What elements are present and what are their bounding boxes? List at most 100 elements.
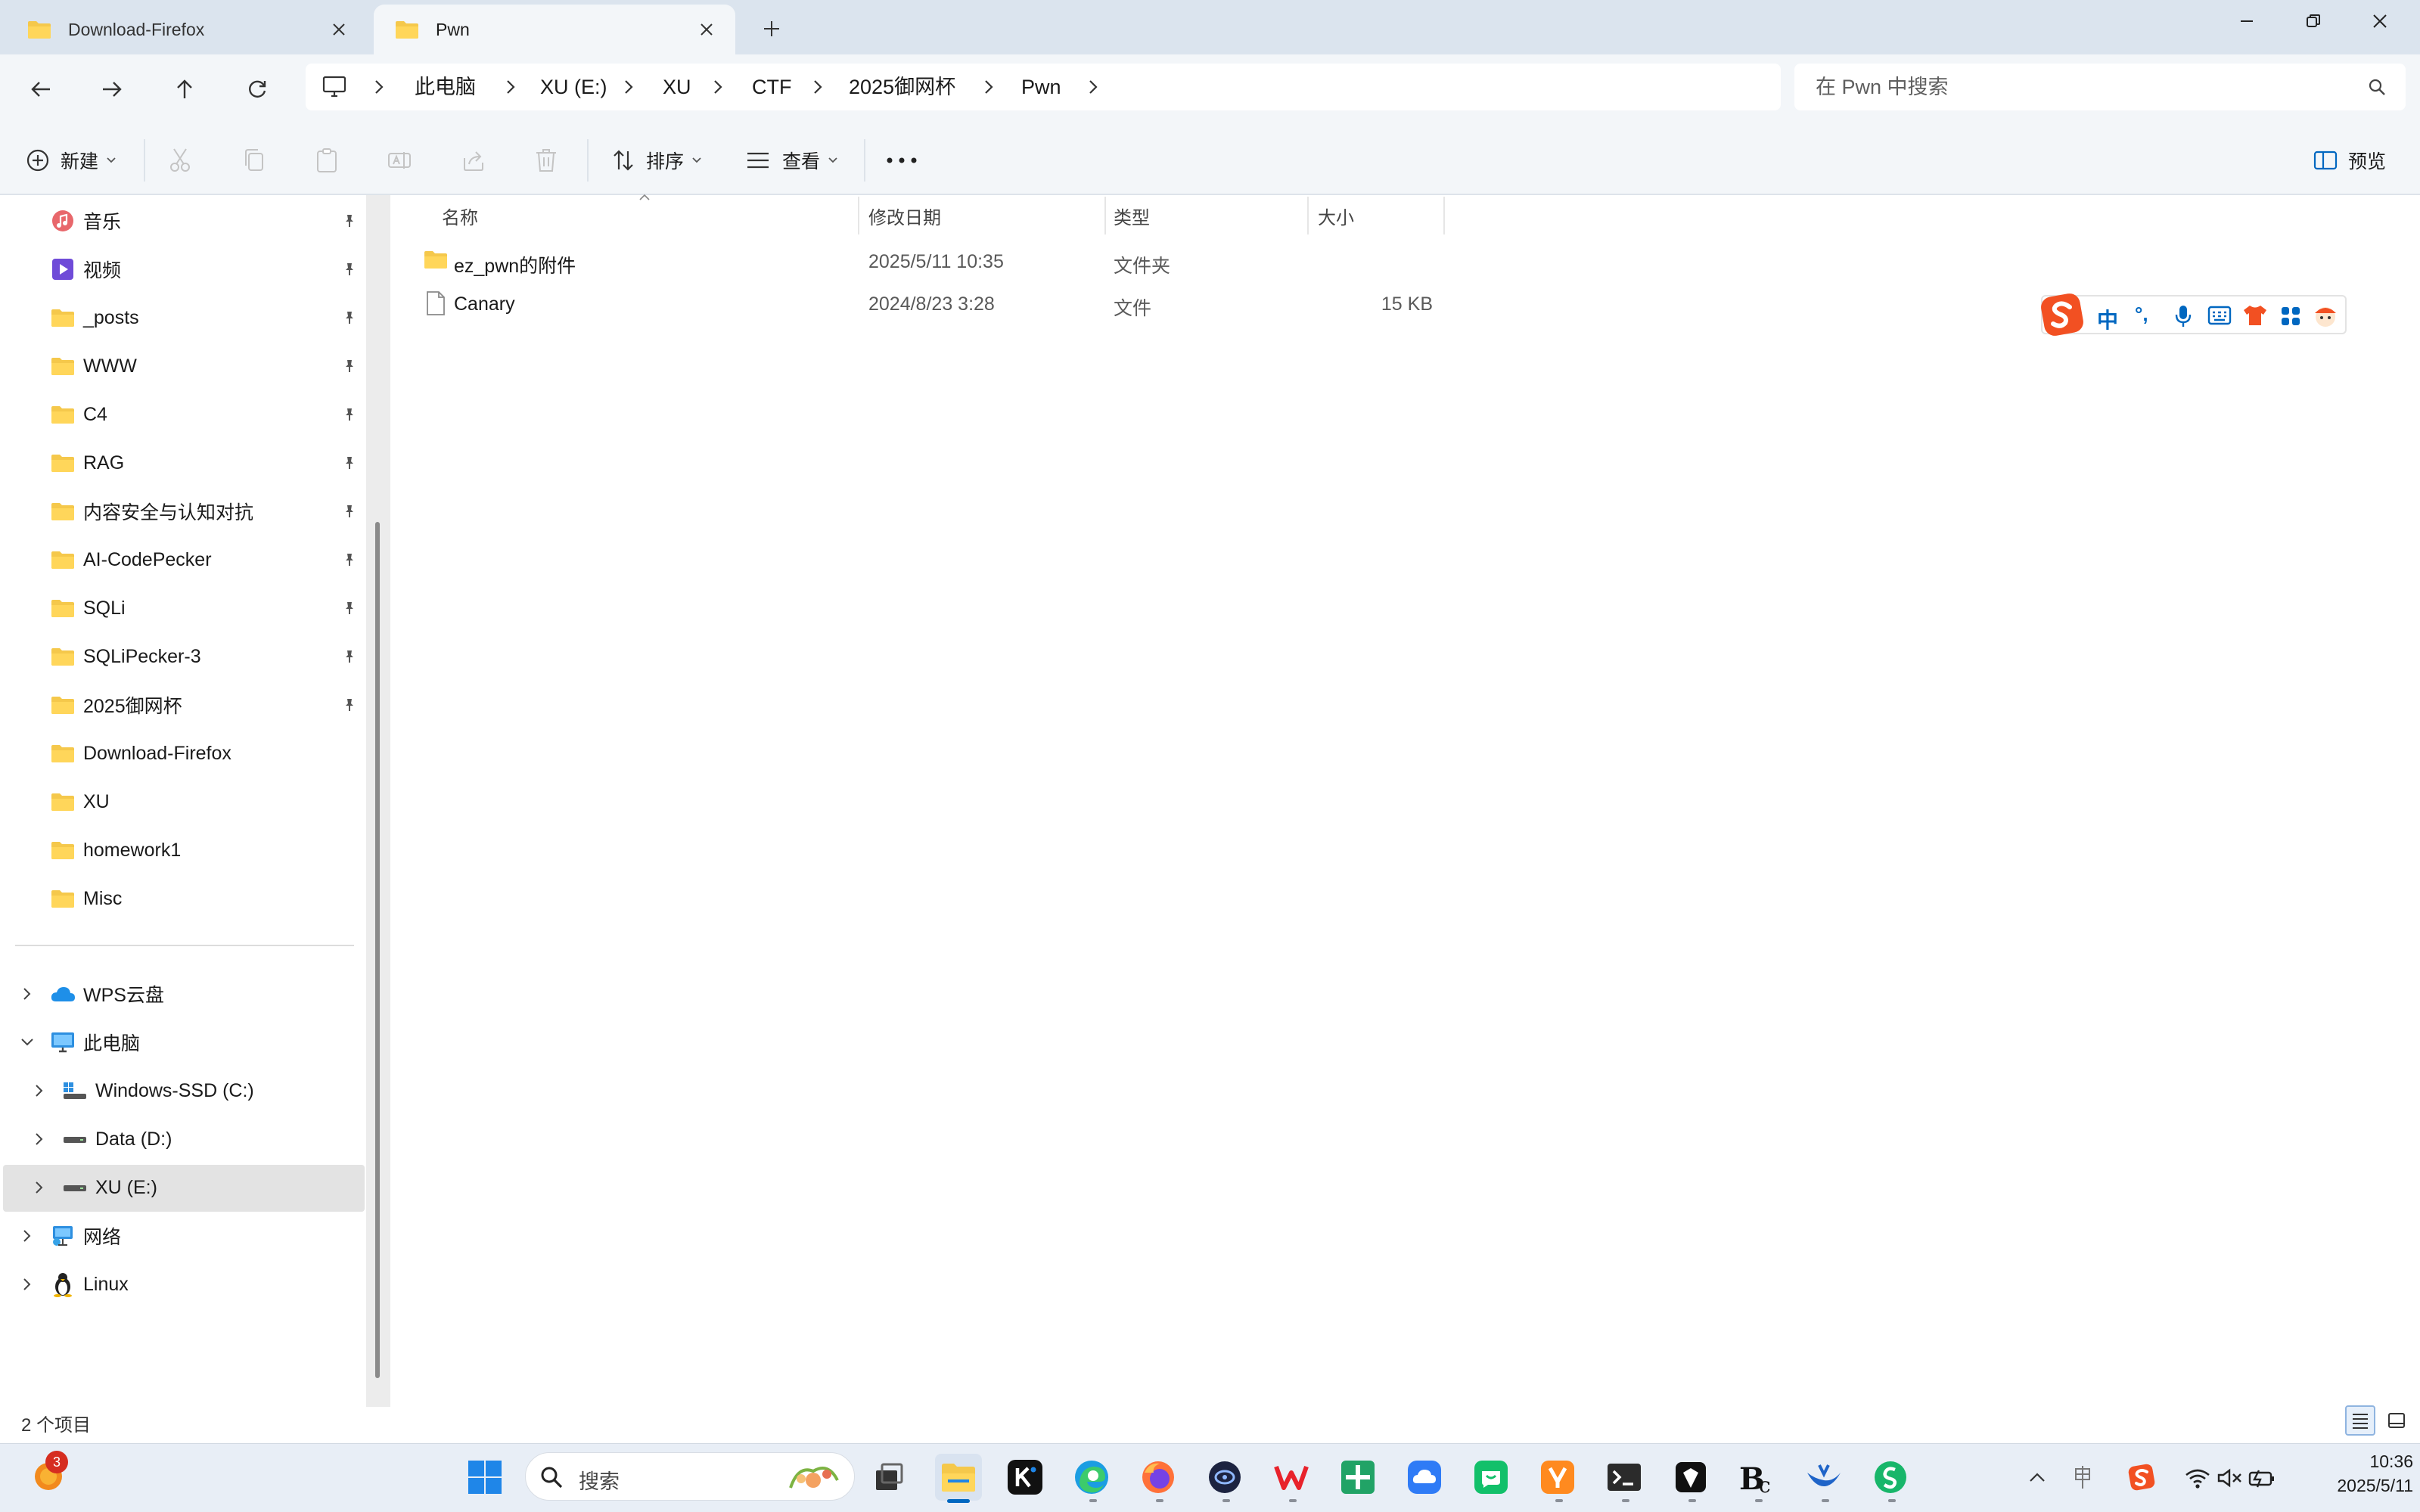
sidebar-item-2025[interactable]: 2025御网杯: [50, 682, 365, 728]
chevron-right-icon[interactable]: [18, 1227, 36, 1245]
breadcrumb-item[interactable]: XU (E:): [540, 64, 607, 110]
pin-icon[interactable]: [342, 697, 357, 713]
column-divider[interactable]: [1104, 197, 1106, 234]
breadcrumb-item[interactable]: CTF: [752, 64, 791, 110]
microphone-icon[interactable]: [2174, 304, 2192, 328]
rename-button[interactable]: [387, 142, 412, 179]
file-row[interactable]: Canary 2024/8/23 3:28 文件 15 KB: [415, 283, 1451, 325]
column-header-date[interactable]: 修改日期: [868, 203, 941, 229]
mascot-icon[interactable]: [2312, 303, 2339, 328]
show-hidden-icons-button[interactable]: [2024, 1464, 2050, 1490]
sogou-logo-icon[interactable]: [2039, 292, 2085, 337]
sidebar-item-drive-e[interactable]: XU (E:): [30, 1165, 157, 1210]
up-button[interactable]: [162, 67, 207, 112]
chevron-right-icon[interactable]: [18, 1275, 36, 1293]
breadcrumb-item[interactable]: XU: [663, 64, 691, 110]
system-clock[interactable]: 10:36 2025/5/11: [2300, 1449, 2413, 1498]
forward-button[interactable]: [89, 67, 135, 112]
delete-button[interactable]: [534, 142, 558, 179]
column-divider[interactable]: [858, 197, 859, 234]
pin-icon[interactable]: [342, 504, 357, 519]
column-divider[interactable]: [1443, 197, 1445, 234]
new-tab-button[interactable]: [753, 11, 790, 47]
quick-settings-button[interactable]: [2185, 1463, 2276, 1493]
share-button[interactable]: [461, 142, 486, 179]
tiles-view-button[interactable]: [2381, 1405, 2412, 1436]
chevron-down-icon[interactable]: [18, 1033, 36, 1051]
keyboard-icon[interactable]: [2207, 306, 2232, 325]
taskbar-file-explorer[interactable]: [935, 1454, 982, 1501]
sort-button[interactable]: 排序: [611, 142, 702, 179]
chevron-right-icon[interactable]: [18, 985, 36, 1003]
close-tab-icon[interactable]: [691, 14, 722, 45]
details-view-button[interactable]: [2345, 1405, 2375, 1436]
sidebar-item-xu[interactable]: XU: [50, 779, 365, 824]
taskbar-search[interactable]: 搜索: [525, 1452, 855, 1501]
view-button[interactable]: 查看: [746, 142, 838, 179]
search-input[interactable]: 在 Pwn 中搜索: [1794, 64, 2406, 110]
task-view-button[interactable]: [865, 1454, 912, 1501]
sidebar-item-download-firefox[interactable]: Download-Firefox: [50, 731, 365, 776]
pin-icon[interactable]: [342, 213, 357, 228]
sidebar-item-linux[interactable]: Linux: [18, 1262, 129, 1307]
taskbar-app[interactable]: [1667, 1454, 1714, 1501]
sidebar-item-[interactable]: 音乐: [50, 198, 365, 244]
taskbar-wps[interactable]: [1268, 1454, 1315, 1501]
ime-punctuation-toggle[interactable]: °,: [2135, 303, 2148, 326]
restore-button[interactable]: [2280, 0, 2347, 42]
taskbar-terminal[interactable]: [1601, 1454, 1648, 1501]
sidebar-item-drive-d[interactable]: Data (D:): [30, 1116, 172, 1162]
sidebar-item-sqli[interactable]: SQLi: [50, 585, 365, 631]
sogou-tray-button[interactable]: [2127, 1463, 2156, 1492]
address-bar[interactable]: 此电脑 XU (E:) XU CTF 2025御网杯 Pwn: [306, 64, 1781, 110]
sidebar-item-network[interactable]: 网络: [18, 1213, 121, 1259]
toolbox-grid-icon[interactable]: [2280, 306, 2301, 327]
chevron-right-icon[interactable]: [30, 1178, 48, 1197]
sidebar-item-ai-codepecker[interactable]: AI-CodePecker: [50, 537, 365, 582]
more-options-button[interactable]: [885, 142, 918, 179]
minimize-button[interactable]: [2213, 0, 2280, 42]
tab-download-firefox[interactable]: Download-Firefox: [6, 5, 368, 54]
taskbar-app[interactable]: [1534, 1454, 1581, 1501]
sidebar-item-wps-cloud[interactable]: WPS云盘: [18, 971, 164, 1017]
sidebar-item-posts[interactable]: _posts: [50, 295, 365, 340]
taskbar-app[interactable]: [1800, 1454, 1847, 1501]
close-window-button[interactable]: [2347, 0, 2413, 42]
pin-icon[interactable]: [342, 359, 357, 374]
chevron-right-icon[interactable]: [30, 1082, 48, 1100]
pin-icon[interactable]: [342, 262, 357, 277]
refresh-button[interactable]: [235, 67, 280, 112]
preview-pane-button[interactable]: 预览: [2313, 142, 2386, 179]
sidebar-item-sqlipecker-3[interactable]: SQLiPecker-3: [50, 634, 365, 679]
pin-icon[interactable]: [342, 455, 357, 470]
sidebar-scrollbar-thumb[interactable]: [375, 522, 380, 1378]
sidebar-item-misc[interactable]: Misc: [50, 876, 365, 921]
close-tab-icon[interactable]: [324, 14, 354, 45]
skin-icon[interactable]: [2242, 304, 2268, 327]
taskbar-kimi[interactable]: [1002, 1454, 1048, 1501]
column-header-size[interactable]: 大小: [1318, 203, 1354, 229]
sidebar-item-www[interactable]: WWW: [50, 343, 365, 389]
taskbar-wechat[interactable]: [1468, 1454, 1514, 1501]
pin-icon[interactable]: [342, 552, 357, 567]
taskbar-spreadsheet[interactable]: [1334, 1454, 1381, 1501]
sidebar-item-drive-c[interactable]: Windows-SSD (C:): [30, 1068, 254, 1113]
cut-button[interactable]: [168, 142, 192, 179]
file-row[interactable]: ez_pwn的附件 2025/5/11 10:35 文件夹: [415, 241, 1451, 283]
breadcrumb-item[interactable]: 2025御网杯: [849, 64, 955, 110]
sidebar-item-c4[interactable]: C4: [50, 392, 365, 437]
widgets-button[interactable]: 3: [29, 1451, 68, 1493]
tab-pwn[interactable]: Pwn: [374, 5, 735, 54]
column-divider[interactable]: [1307, 197, 1309, 234]
column-header-type[interactable]: 类型: [1114, 203, 1150, 229]
column-header-name[interactable]: 名称: [442, 203, 478, 229]
pin-icon[interactable]: [342, 601, 357, 616]
sidebar-item-[interactable]: 视频: [50, 247, 365, 292]
taskbar-cloud-drive[interactable]: [1401, 1454, 1448, 1501]
paste-button[interactable]: [315, 142, 339, 179]
breadcrumb-item[interactable]: 此电脑: [415, 64, 476, 110]
sidebar-item-this-pc[interactable]: 此电脑: [18, 1020, 140, 1065]
sidebar-item-[interactable]: 内容安全与认知对抗: [50, 489, 365, 534]
back-button[interactable]: [18, 67, 64, 112]
pin-icon[interactable]: [342, 407, 357, 422]
